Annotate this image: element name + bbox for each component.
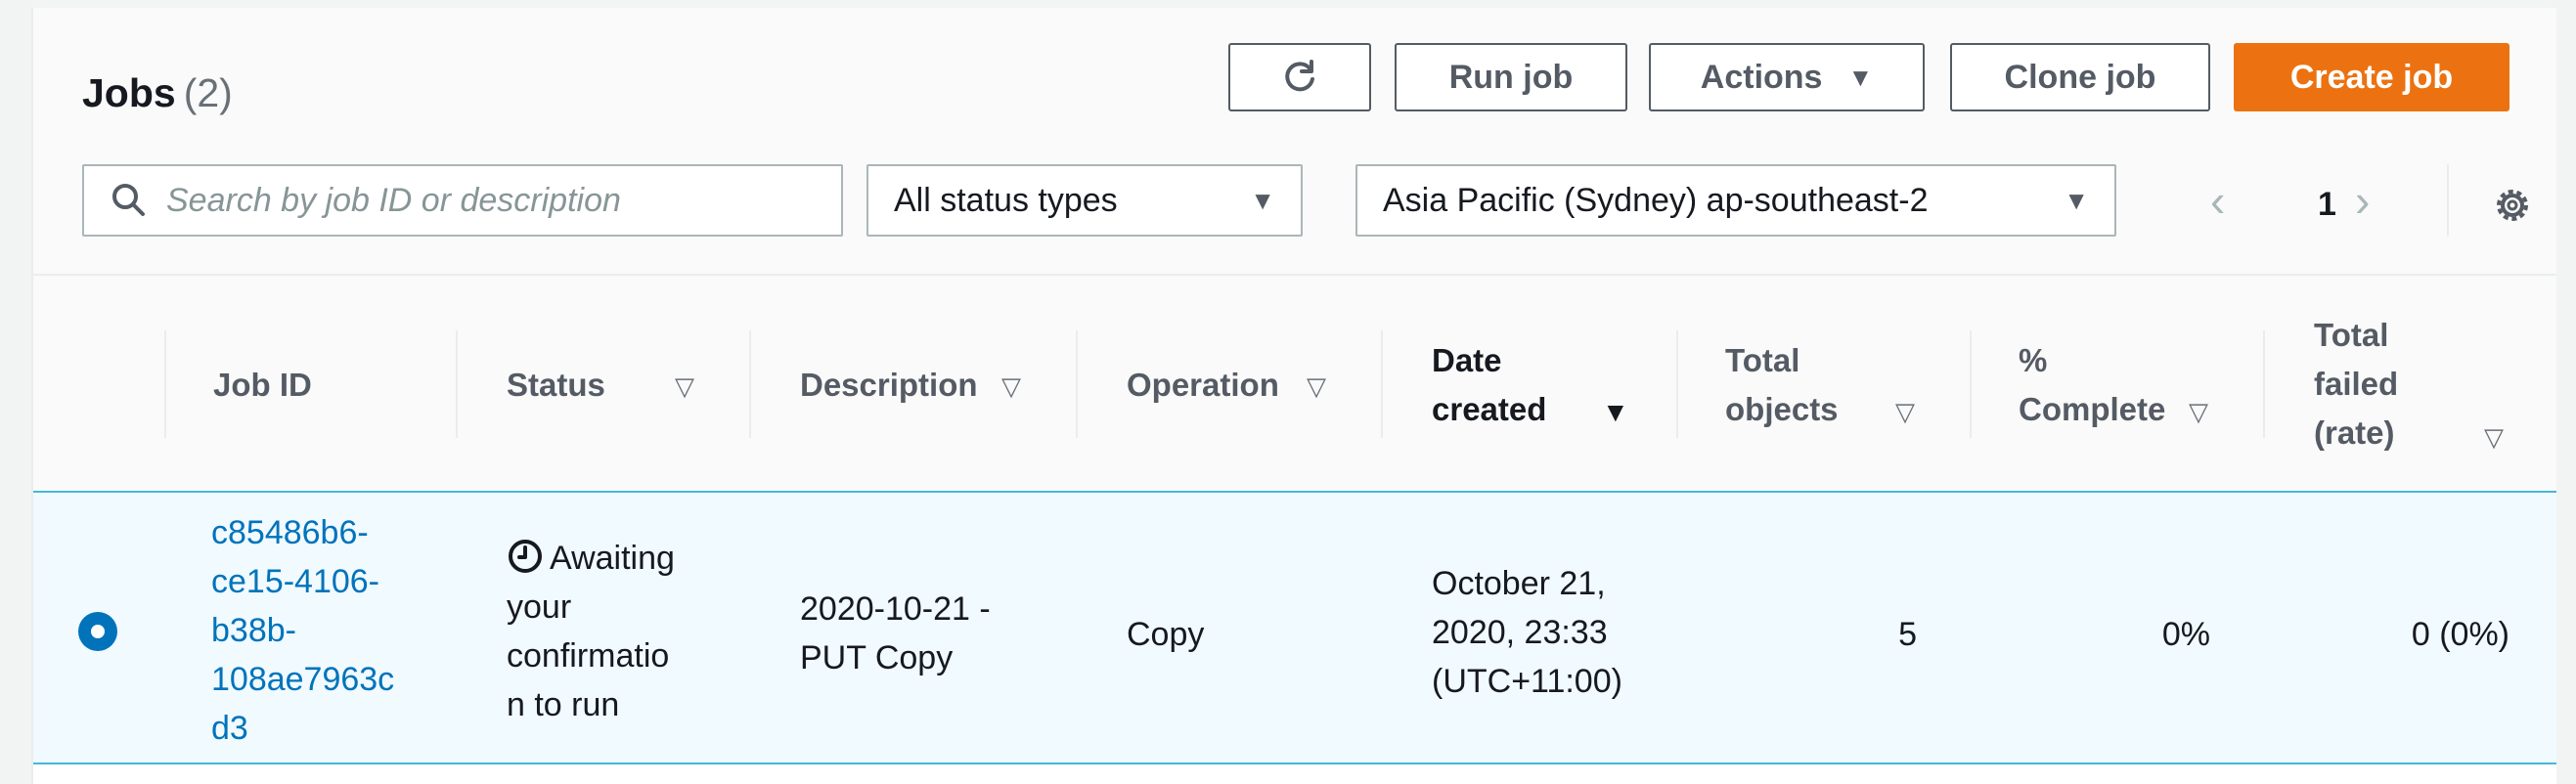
- sort-icon[interactable]: ▽: [1895, 397, 1915, 427]
- cell-line: (UTC+11:00): [1432, 663, 1622, 700]
- column-divider: [1076, 330, 1078, 438]
- header-line: %: [2019, 342, 2048, 378]
- gear-icon[interactable]: [2492, 185, 2533, 231]
- cell-line: n to run: [507, 686, 620, 723]
- region-value: Asia Pacific (Sydney) ap-southeast-2: [1383, 181, 1929, 219]
- cell-line: c85486b6-: [211, 514, 369, 551]
- caret-down-icon: ▼: [1847, 62, 1874, 92]
- column-divider: [749, 330, 751, 438]
- column-header-percent-complete[interactable]: % Complete: [2019, 336, 2165, 434]
- column-divider: [1676, 330, 1678, 438]
- search-icon: [110, 181, 149, 220]
- date-created-cell: October 21, 2020, 23:33 (UTC+11:00): [1432, 559, 1622, 706]
- sort-icon[interactable]: ▽: [1001, 371, 1021, 402]
- sort-icon[interactable]: ▽: [675, 371, 694, 402]
- search-field[interactable]: [82, 164, 843, 237]
- title-text: Jobs: [82, 70, 176, 115]
- header-line: Total: [1725, 342, 1800, 378]
- column-header-job-id[interactable]: Job ID: [213, 361, 312, 410]
- header-line: created: [1432, 391, 1547, 427]
- header-line: (rate): [2314, 414, 2395, 451]
- caret-down-icon: ▼: [2064, 185, 2089, 215]
- row-select-radio[interactable]: [78, 612, 117, 651]
- clone-job-button[interactable]: Clone job: [1950, 43, 2210, 111]
- cell-line: 2020-10-21 -: [800, 590, 991, 628]
- radio-dot: [91, 625, 105, 638]
- sort-icon[interactable]: ▽: [1307, 371, 1326, 402]
- column-divider: [1970, 330, 1972, 438]
- header-line: failed: [2314, 366, 2399, 402]
- cell-line: Awaiting: [507, 534, 675, 583]
- cell-line: d3: [211, 710, 248, 747]
- cell-line: October 21,: [1432, 565, 1606, 602]
- cell-line: your: [507, 588, 572, 626]
- next-page-icon[interactable]: ›: [2355, 178, 2370, 223]
- status-filter-select[interactable]: All status types ▼: [866, 164, 1303, 237]
- clock-icon: [509, 540, 542, 573]
- column-header-total-objects[interactable]: Total objects: [1725, 336, 1839, 434]
- cell-line: ce15-4106-: [211, 563, 380, 600]
- column-divider: [164, 330, 166, 438]
- sort-icon[interactable]: ▽: [2484, 422, 2504, 453]
- sort-descending-icon[interactable]: ▼: [1602, 397, 1629, 428]
- cell-line: confirmatio: [507, 637, 670, 675]
- jobs-panel: Jobs (2) Run job Actions ▼ Clone job Creat…: [31, 8, 2556, 784]
- next-row-area: [33, 764, 2556, 784]
- previous-page-icon[interactable]: ‹: [2210, 178, 2225, 223]
- column-header-description[interactable]: Description: [800, 361, 978, 410]
- column-divider: [456, 330, 458, 438]
- page-number[interactable]: 1: [2318, 186, 2336, 224]
- column-divider: [2263, 330, 2265, 438]
- caret-down-icon: ▼: [1250, 185, 1275, 215]
- column-divider: [1381, 330, 1383, 438]
- status-filter-value: All status types: [894, 181, 1118, 219]
- cell-line: b38b-: [211, 612, 296, 649]
- total-objects-cell: 5: [1898, 616, 1917, 653]
- jobs-panel-header: Jobs (2) Run job Actions ▼ Clone job Creat…: [33, 8, 2556, 276]
- header-line: Date: [1432, 342, 1502, 378]
- column-header-date-created[interactable]: Date created: [1432, 336, 1546, 434]
- status-text: Awaiting: [550, 540, 675, 577]
- cell-line: PUT Copy: [800, 639, 954, 676]
- description-cell: 2020-10-21 - PUT Copy: [800, 585, 991, 682]
- total-failed-cell: 0 (0%): [2411, 616, 2509, 653]
- run-job-button[interactable]: Run job: [1395, 43, 1627, 111]
- column-header-total-failed[interactable]: Total failed (rate): [2314, 311, 2398, 457]
- column-header-status[interactable]: Status: [507, 361, 605, 410]
- status-cell: Awaiting your confirmatio n to run: [507, 534, 675, 729]
- actions-label: Actions: [1700, 58, 1823, 96]
- refresh-icon: [1285, 60, 1314, 92]
- percent-complete-cell: 0%: [2161, 616, 2210, 653]
- cell-line: 108ae7963c: [211, 661, 395, 698]
- jobs-count: (2): [183, 70, 233, 115]
- divider: [2447, 164, 2449, 237]
- job-id-link[interactable]: c85486b6- ce15-4106- b38b- 108ae7963c d3: [211, 508, 394, 753]
- sort-icon[interactable]: ▽: [2189, 397, 2208, 427]
- page-title: Jobs (2): [82, 70, 233, 116]
- create-job-button[interactable]: Create job: [2234, 43, 2509, 111]
- region-select[interactable]: Asia Pacific (Sydney) ap-southeast-2 ▼: [1355, 164, 2116, 237]
- header-line: Total: [2314, 317, 2389, 353]
- header-line: Complete: [2019, 391, 2166, 427]
- header-line: objects: [1725, 391, 1839, 427]
- column-header-operation[interactable]: Operation: [1127, 361, 1279, 410]
- actions-button[interactable]: Actions ▼: [1649, 43, 1925, 111]
- cell-line: 2020, 23:33: [1432, 614, 1608, 651]
- refresh-button[interactable]: [1228, 43, 1371, 111]
- operation-cell: Copy: [1127, 616, 1205, 653]
- search-input[interactable]: [166, 181, 841, 220]
